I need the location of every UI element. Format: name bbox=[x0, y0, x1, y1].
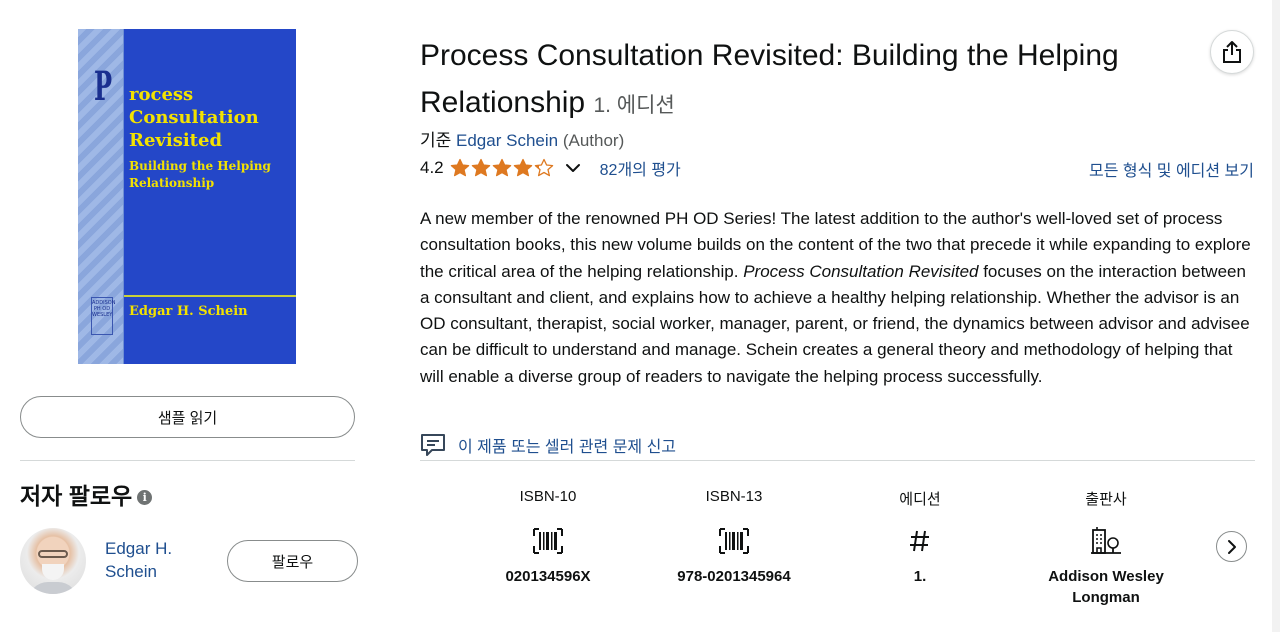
detail-label: 에디션 bbox=[899, 491, 941, 508]
detail-icon-wrap bbox=[460, 518, 636, 564]
cover-initial-letter: P bbox=[94, 63, 113, 110]
hash-icon bbox=[910, 530, 929, 552]
detail-label: ISBN-10 bbox=[519, 488, 577, 505]
follow-author-heading-text: 저자 팔로우 bbox=[20, 483, 133, 509]
read-sample-button[interactable]: 샘플 읽기 bbox=[20, 396, 355, 438]
star-icon bbox=[471, 158, 490, 177]
author-name-link[interactable]: Edgar H. Schein bbox=[105, 537, 195, 583]
product-description: A new member of the renowned PH OD Serie… bbox=[420, 206, 1255, 390]
scrollbar[interactable] bbox=[1272, 0, 1280, 632]
detail-label: ISBN-13 bbox=[705, 488, 763, 505]
report-icon bbox=[421, 434, 445, 456]
detail-value: 1. bbox=[913, 568, 927, 585]
byline-prefix: 기준 bbox=[420, 131, 452, 150]
rating-row: 4.2 82개의 평가 bbox=[420, 156, 681, 180]
share-icon bbox=[1223, 41, 1241, 63]
cover-title: rocess Consultation Revisited bbox=[129, 83, 289, 152]
author-role: (Author) bbox=[562, 131, 625, 150]
avatar-beard bbox=[42, 564, 64, 580]
avatar-shirt bbox=[28, 582, 78, 594]
divider bbox=[420, 460, 1255, 461]
ratings-count-link[interactable]: 82개의 평가 bbox=[600, 156, 681, 180]
chevron-down-icon[interactable] bbox=[562, 157, 584, 179]
star-icon bbox=[513, 158, 532, 177]
description-italic-title: Process Consultation Revisited bbox=[743, 261, 979, 281]
product-details-carousel: ISBN-10 020134596X ISBN-13 978-020134596… bbox=[460, 488, 1200, 628]
cover-subtitle: Building the Helping Relationship bbox=[129, 159, 271, 190]
divider bbox=[20, 460, 355, 461]
avatar-glasses bbox=[38, 550, 68, 558]
building-icon bbox=[1091, 527, 1121, 554]
star-icon bbox=[534, 158, 553, 177]
report-issue-link[interactable]: 이 제품 또는 셀러 관련 문제 신고 bbox=[458, 433, 676, 457]
cover-author: Edgar H. Schein bbox=[129, 304, 248, 319]
detail-value: 978-0201345964 bbox=[677, 568, 791, 585]
follow-button[interactable]: 팔로우 bbox=[227, 540, 358, 582]
cover-title-line: Consultation bbox=[129, 107, 259, 128]
detail-edition: 에디션 1. bbox=[832, 488, 1008, 587]
byline-author-link[interactable]: Edgar Schein bbox=[456, 131, 558, 150]
carousel-next-button[interactable] bbox=[1216, 531, 1247, 562]
byline: 기준 Edgar Schein (Author) bbox=[420, 126, 624, 151]
star-icon bbox=[450, 158, 469, 177]
report-issue-row[interactable]: 이 제품 또는 셀러 관련 문제 신고 bbox=[420, 432, 676, 458]
cover-publisher-seal: ADDISON PH OD WESLEY bbox=[91, 297, 115, 335]
detail-icon-wrap bbox=[646, 518, 822, 564]
detail-value: Addison Wesley Longman bbox=[1048, 568, 1164, 606]
detail-icon-wrap bbox=[1018, 518, 1194, 564]
edition-suffix: 1. 에디션 bbox=[593, 94, 675, 117]
detail-isbn10: ISBN-10 020134596X bbox=[460, 488, 636, 587]
barcode-icon bbox=[533, 528, 563, 554]
barcode-icon bbox=[719, 528, 749, 554]
detail-isbn13: ISBN-13 978-0201345964 bbox=[646, 488, 822, 587]
detail-label: 출판사 bbox=[1085, 491, 1127, 508]
all-formats-link[interactable]: 모든 형식 및 에디션 보기 bbox=[1089, 157, 1254, 181]
product-title: Process Consultation Revisited: Building… bbox=[420, 32, 1200, 129]
follow-author-heading: 저자 팔로우 i bbox=[20, 477, 153, 511]
detail-value: 020134596X bbox=[505, 568, 591, 585]
info-icon[interactable]: i bbox=[137, 489, 153, 505]
rating-value: 4.2 bbox=[420, 158, 444, 177]
cover-title-line: Revisited bbox=[129, 130, 223, 151]
detail-publisher: 출판사 Addison Wesley Longman bbox=[1018, 488, 1194, 608]
cover-title-line: rocess bbox=[129, 84, 194, 105]
cover-divider bbox=[124, 295, 296, 297]
detail-icon-wrap bbox=[832, 518, 1008, 564]
book-cover-image[interactable]: P rocess Consultation Revisited Building… bbox=[78, 29, 296, 364]
share-button[interactable] bbox=[1210, 30, 1254, 74]
star-rating[interactable] bbox=[450, 158, 554, 178]
author-avatar[interactable] bbox=[20, 528, 86, 594]
star-icon bbox=[492, 158, 511, 177]
chevron-right-icon bbox=[1227, 539, 1236, 554]
product-title-text: Process Consultation Revisited: Building… bbox=[420, 39, 1119, 119]
